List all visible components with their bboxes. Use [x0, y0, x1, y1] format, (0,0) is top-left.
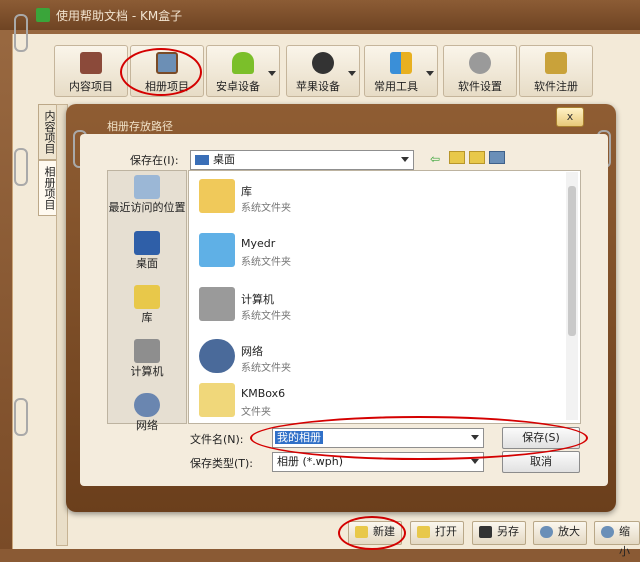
tab-album[interactable]: 相册项目 — [38, 160, 58, 216]
toolbar-button-content[interactable]: 内容项目 — [54, 45, 128, 97]
file-type: 系统文件夹 — [241, 363, 291, 374]
place-network[interactable]: 网络 — [108, 393, 186, 433]
apple-icon — [312, 52, 334, 74]
toolbar-button-settings[interactable]: 软件设置 — [443, 45, 517, 97]
zoom-in-button-label: 放大 — [558, 525, 580, 538]
toolbar-button-label: 苹果设备 — [296, 80, 340, 93]
tab-content[interactable]: 内容项目 — [38, 104, 58, 160]
desktop-icon — [195, 155, 209, 165]
up-folder-icon[interactable] — [449, 151, 465, 164]
list-item[interactable]: 网络 系统文件夹 — [195, 335, 555, 383]
chevron-down-icon[interactable] — [268, 71, 276, 76]
toolbar-button-android[interactable]: 安卓设备 — [206, 45, 280, 97]
chevron-down-icon[interactable] — [426, 71, 434, 76]
chevron-down-icon — [471, 459, 479, 464]
magnifier-icon — [540, 526, 553, 538]
toolbar-button-label: 常用工具 — [374, 80, 418, 93]
toolbar-button-apple[interactable]: 苹果设备 — [286, 45, 360, 97]
toolbar-button-tools[interactable]: 常用工具 — [364, 45, 438, 97]
scrollbar-thumb[interactable] — [568, 186, 576, 336]
highlight-oval — [120, 48, 202, 96]
dialog-title: 相册存放路径 — [107, 120, 173, 133]
network-icon — [199, 339, 235, 373]
library-folder-icon — [134, 285, 160, 309]
toolbar-button-label: 软件注册 — [534, 80, 578, 93]
filename-label: 文件名(N): — [190, 433, 244, 446]
zoom-in-button[interactable]: 放大 — [533, 521, 587, 545]
save-in-dropdown[interactable]: 桌面 — [190, 150, 414, 170]
toolbar-button-label: 内容项目 — [69, 80, 113, 93]
save-as-button-label: 另存 — [497, 525, 519, 538]
close-icon[interactable]: x — [556, 107, 584, 127]
binder-ring-icon — [14, 148, 28, 186]
save-in-value: 桌面 — [213, 153, 235, 166]
place-desktop[interactable]: 桌面 — [108, 231, 186, 271]
file-name: 库 — [241, 185, 252, 198]
file-name: KMBox6 — [241, 387, 286, 400]
file-name: 网络 — [241, 345, 263, 358]
toolbar-button-register[interactable]: 软件注册 — [519, 45, 593, 97]
highlight-oval — [338, 516, 406, 550]
place-label: 计算机 — [130, 365, 164, 378]
file-type: 系统文件夹 — [241, 257, 291, 268]
tools-icon — [390, 52, 412, 74]
places-bar: 最近访问的位置 桌面 库 计算机 网络 — [107, 170, 187, 432]
folder-open-icon — [417, 526, 430, 538]
save-as-button[interactable]: 另存 — [472, 521, 526, 545]
toolbar-button-label: 软件设置 — [458, 80, 502, 93]
place-label: 网络 — [136, 419, 158, 432]
library-folder-icon — [199, 179, 235, 213]
save-in-label: 保存在(I): — [130, 154, 179, 167]
highlight-oval — [250, 416, 588, 460]
place-recent[interactable]: 最近访问的位置 — [108, 175, 186, 215]
file-name: 计算机 — [241, 293, 274, 306]
magnifier-icon — [601, 526, 614, 538]
user-folder-icon — [199, 233, 235, 267]
zoom-out-button[interactable]: 缩小 — [594, 521, 640, 558]
place-label: 最近访问的位置 — [108, 201, 186, 214]
list-item[interactable]: 库 系统文件夹 — [195, 175, 555, 223]
zoom-out-button-label: 缩小 — [619, 525, 630, 558]
filetype-label: 保存类型(T): — [190, 457, 254, 470]
recent-places-icon — [134, 175, 160, 199]
file-type: 文件夹 — [241, 407, 271, 418]
toolbar-button-label: 安卓设备 — [216, 80, 260, 93]
android-icon — [232, 52, 254, 74]
open-button-label: 打开 — [435, 525, 457, 538]
chevron-down-icon — [401, 157, 409, 162]
place-label: 库 — [141, 311, 153, 324]
binder-ring-icon — [14, 398, 28, 436]
gear-icon — [469, 52, 491, 74]
place-label: 桌面 — [136, 257, 158, 270]
file-type: 系统文件夹 — [241, 203, 291, 214]
list-item[interactable]: Myedr 系统文件夹 — [195, 229, 555, 277]
window-title: 使用帮助文档 - KM盒子 — [56, 9, 183, 23]
app-logo-icon — [36, 8, 50, 22]
title-bar: 使用帮助文档 - KM盒子 — [0, 0, 640, 30]
book-icon — [80, 52, 102, 74]
open-button[interactable]: 打开 — [410, 521, 464, 545]
file-list: 库 系统文件夹 Myedr 系统文件夹 计算机 系统文件夹 网络 系统文件夹 K… — [188, 170, 581, 424]
file-type: 系统文件夹 — [241, 311, 291, 322]
chevron-down-icon[interactable] — [348, 71, 356, 76]
folder-icon — [199, 383, 235, 417]
computer-icon — [199, 287, 235, 321]
list-item[interactable]: 计算机 系统文件夹 — [195, 283, 555, 331]
computer-icon — [134, 339, 160, 363]
back-icon[interactable]: ⇦ — [430, 152, 440, 166]
new-folder-icon[interactable] — [469, 151, 485, 164]
place-library[interactable]: 库 — [108, 285, 186, 325]
place-computer[interactable]: 计算机 — [108, 339, 186, 379]
floppy-icon — [479, 526, 492, 538]
desktop-icon — [134, 231, 160, 255]
binder-ring-icon — [14, 14, 28, 52]
file-name: Myedr — [241, 237, 276, 250]
network-icon — [134, 393, 160, 417]
view-menu-icon[interactable] — [489, 151, 505, 164]
key-icon — [545, 52, 567, 74]
